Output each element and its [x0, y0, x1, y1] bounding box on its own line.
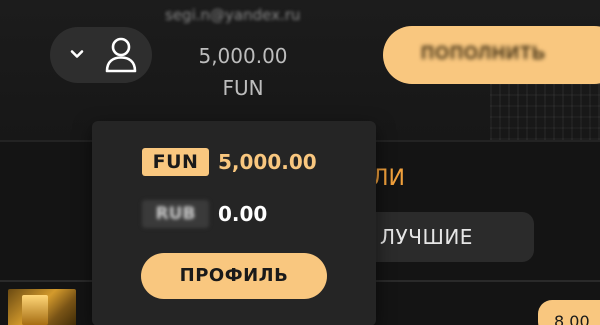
header-balance-currency: FUN — [222, 76, 264, 100]
account-menu-toggle[interactable] — [50, 27, 152, 83]
game-thumbnail[interactable] — [8, 289, 76, 325]
filter-chip-label: ЛУЧШИЕ — [380, 225, 473, 249]
wallet-currency-badge-rub[interactable]: RUB — [142, 200, 209, 228]
chevron-down-icon[interactable] — [67, 44, 87, 64]
header-balance-amount: 5,000.00 — [198, 44, 288, 68]
topup-button[interactable]: ПОПОЛНИТЬ — [383, 26, 600, 84]
wallet-currency-badge-fun[interactable]: FUN — [142, 148, 209, 176]
account-dropdown: FUN 5,000.00 RUB 0.00 ПРОФИЛЬ — [92, 121, 376, 325]
user-email: segi.n@yandex.ru — [165, 6, 301, 24]
bet-value-pill[interactable]: 8.00 — [538, 300, 600, 325]
header: segi.n@yandex.ru 5,000.00 FUN ПОПОЛНИТЬ — [0, 0, 600, 140]
user-icon[interactable] — [103, 36, 139, 74]
wallet-amount-rub[interactable]: 0.00 — [218, 200, 267, 228]
profile-button[interactable]: ПРОФИЛЬ — [141, 253, 327, 299]
topup-button-label: ПОПОЛНИТЬ — [421, 43, 546, 63]
section-title: ЛИ — [372, 166, 405, 191]
bet-value-label: 8.00 — [554, 312, 590, 325]
wallet-amount-fun[interactable]: 5,000.00 — [218, 148, 317, 176]
